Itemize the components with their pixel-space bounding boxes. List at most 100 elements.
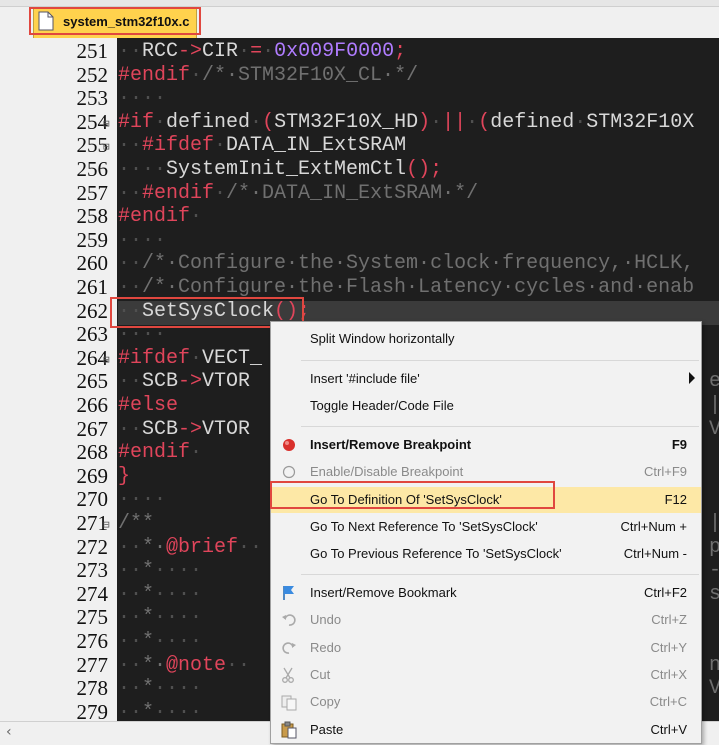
- line-number: 279: [76, 699, 109, 721]
- bookmark-flag-icon: [280, 584, 298, 602]
- code-line: ··#endif·/*·DATA_IN_ExtSRAM·*/: [118, 181, 479, 205]
- line-number: 273: [76, 558, 109, 583]
- code-fragment: V: [709, 417, 719, 441]
- fold-toggle-icon[interactable]: ⊟: [103, 140, 115, 153]
- line-number: 267: [76, 416, 109, 441]
- code-line: ··/*·Configure·the·System·clock·frequenc…: [118, 252, 695, 276]
- menu-item-shortcut: F9: [671, 436, 687, 452]
- line-number: 278: [76, 676, 109, 701]
- menu-item-insert-remove-bookmark[interactable]: Insert/Remove Bookmark Ctrl+F2: [271, 580, 701, 606]
- menu-item-label: Paste: [310, 721, 344, 737]
- menu-separator: [301, 573, 699, 575]
- line-number: 268: [76, 440, 109, 465]
- menu-item-label: Split Window horizontally: [310, 331, 455, 346]
- line-number: 272: [76, 534, 109, 559]
- menu-item-label: Insert/Remove Bookmark: [310, 584, 457, 600]
- menu-item-shortcut: Ctrl+Num +: [620, 519, 687, 534]
- menu-item-go-to-next-reference-to-setsysclock[interactable]: Go To Next Reference To 'SetSysClock' Ctr…: [271, 514, 701, 540]
- menu-item-go-to-previous-reference-to-setsysclock[interactable]: Go To Previous Reference To 'SetSysClock…: [271, 541, 701, 567]
- context-menu: Split Window horizontally Insert '#includ…: [270, 321, 702, 744]
- line-number: 275: [76, 605, 109, 630]
- cut-icon: [280, 666, 298, 684]
- menu-item-undo[interactable]: Undo Ctrl+Z: [271, 607, 701, 633]
- line-number: 251: [76, 39, 109, 63]
- menu-item-label: Redo: [310, 639, 342, 655]
- menu-item-shortcut: Ctrl+Num -: [623, 546, 687, 562]
- line-number: 263: [76, 322, 109, 347]
- line-number: 256: [76, 157, 109, 181]
- code-fragment: |: [709, 512, 719, 535]
- menu-item-insert-include-file[interactable]: Insert '#include file': [271, 366, 701, 392]
- line-number: 257: [76, 180, 109, 205]
- menu-item-redo[interactable]: Redo Ctrl+Y: [271, 635, 701, 661]
- line-number: 261: [76, 275, 109, 299]
- redo-icon: [280, 639, 298, 657]
- submenu-arrow-icon: [689, 372, 695, 384]
- menu-item-cut[interactable]: Cut Ctrl+X: [271, 662, 701, 688]
- code-fragment: p: [709, 535, 719, 559]
- line-number: 260: [76, 251, 109, 276]
- fold-toggle-icon[interactable]: ⊟: [103, 117, 115, 130]
- disabled-breakpoint-icon: [280, 463, 298, 481]
- copy-icon: [280, 693, 298, 711]
- line-number: 254: [76, 109, 109, 134]
- line-number: 271: [76, 511, 109, 535]
- menu-item-label: Toggle Header/Code File: [310, 398, 454, 414]
- menu-item-shortcut: F12: [664, 491, 687, 507]
- line-number: 276: [76, 629, 109, 653]
- tab-bar: system_stm32f10x.c: [0, 0, 719, 38]
- fold-toggle-icon[interactable]: ⊟: [103, 353, 115, 366]
- line-number: 265: [76, 369, 109, 394]
- code-line: ····SystemInit_ExtMemCtl();: [118, 158, 443, 181]
- menu-item-label: Go To Previous Reference To 'SetSysClock…: [310, 546, 562, 562]
- tab-annotation-box: [29, 7, 201, 35]
- code-line: #endif·: [118, 205, 203, 229]
- code-line: ··RCC->CIR·=·0x009F0000;: [118, 40, 407, 63]
- line-number: 252: [76, 62, 109, 87]
- undo-icon: [280, 611, 298, 629]
- menu-item-label: Copy: [310, 694, 341, 710]
- menu-item-shortcut: Ctrl+Z: [651, 612, 687, 628]
- line-number: 258: [76, 204, 109, 229]
- menu-item-toggle-header-code-file[interactable]: Toggle Header/Code File: [271, 393, 701, 419]
- line-number: 259: [76, 227, 109, 252]
- menu-item-shortcut: Ctrl+F2: [644, 584, 687, 600]
- line-number: 255: [76, 133, 109, 158]
- menu-item-label: Insert '#include file': [310, 371, 420, 386]
- menu-item-shortcut: Ctrl+F9: [644, 464, 687, 480]
- menu-item-shortcut: Ctrl+V: [650, 721, 687, 737]
- menu-item-label: Enable/Disable Breakpoint: [310, 464, 464, 480]
- code-fragment: e: [709, 370, 719, 394]
- menu-annotation-box: [270, 481, 555, 509]
- fold-toggle-icon[interactable]: ⊟: [103, 518, 115, 531]
- menu-item-label: Undo: [310, 612, 342, 628]
- code-line: #endif·/*·STM32F10X_CL·*/: [118, 63, 419, 87]
- menu-item-split-window-horizontally[interactable]: Split Window horizontally: [271, 326, 701, 352]
- line-number: 274: [76, 581, 109, 606]
- code-line: ····: [118, 228, 167, 252]
- menu-separator: [301, 360, 699, 361]
- code-fragment: s: [709, 582, 719, 606]
- line-number: 270: [76, 487, 109, 512]
- code-fragment: V: [709, 677, 719, 701]
- menu-item-insert-remove-breakpoint[interactable]: Insert/Remove Breakpoint F9: [271, 432, 701, 458]
- line-number: 264: [76, 345, 109, 370]
- scroll-left-arrow-icon[interactable]: ‹: [6, 724, 12, 740]
- tab-bar-top-strip: [0, 0, 719, 7]
- menu-item-shortcut: Ctrl+C: [649, 694, 687, 710]
- breakpoint-icon: [280, 436, 298, 454]
- menu-item-label: Cut: [310, 667, 331, 682]
- code-line: #if·defined·(STM32F10X_HD)·||·(defined·S…: [118, 110, 695, 134]
- menu-item-copy[interactable]: Copy Ctrl+C: [271, 689, 701, 715]
- code-fragment: n: [709, 653, 719, 677]
- menu-item-label: Go To Next Reference To 'SetSysClock': [310, 519, 538, 534]
- line-number: 262: [76, 298, 109, 323]
- code-line: ··#ifdef·DATA_IN_ExtSRAM: [118, 134, 407, 158]
- line-number: 277: [76, 652, 109, 677]
- menu-item-paste[interactable]: Paste Ctrl+V: [271, 717, 701, 743]
- menu-separator: [301, 425, 699, 427]
- code-line: ····: [118, 87, 167, 111]
- line-number: 266: [76, 393, 109, 417]
- code-fragment: -: [709, 559, 719, 583]
- menu-item-shortcut: Ctrl+X: [650, 667, 687, 682]
